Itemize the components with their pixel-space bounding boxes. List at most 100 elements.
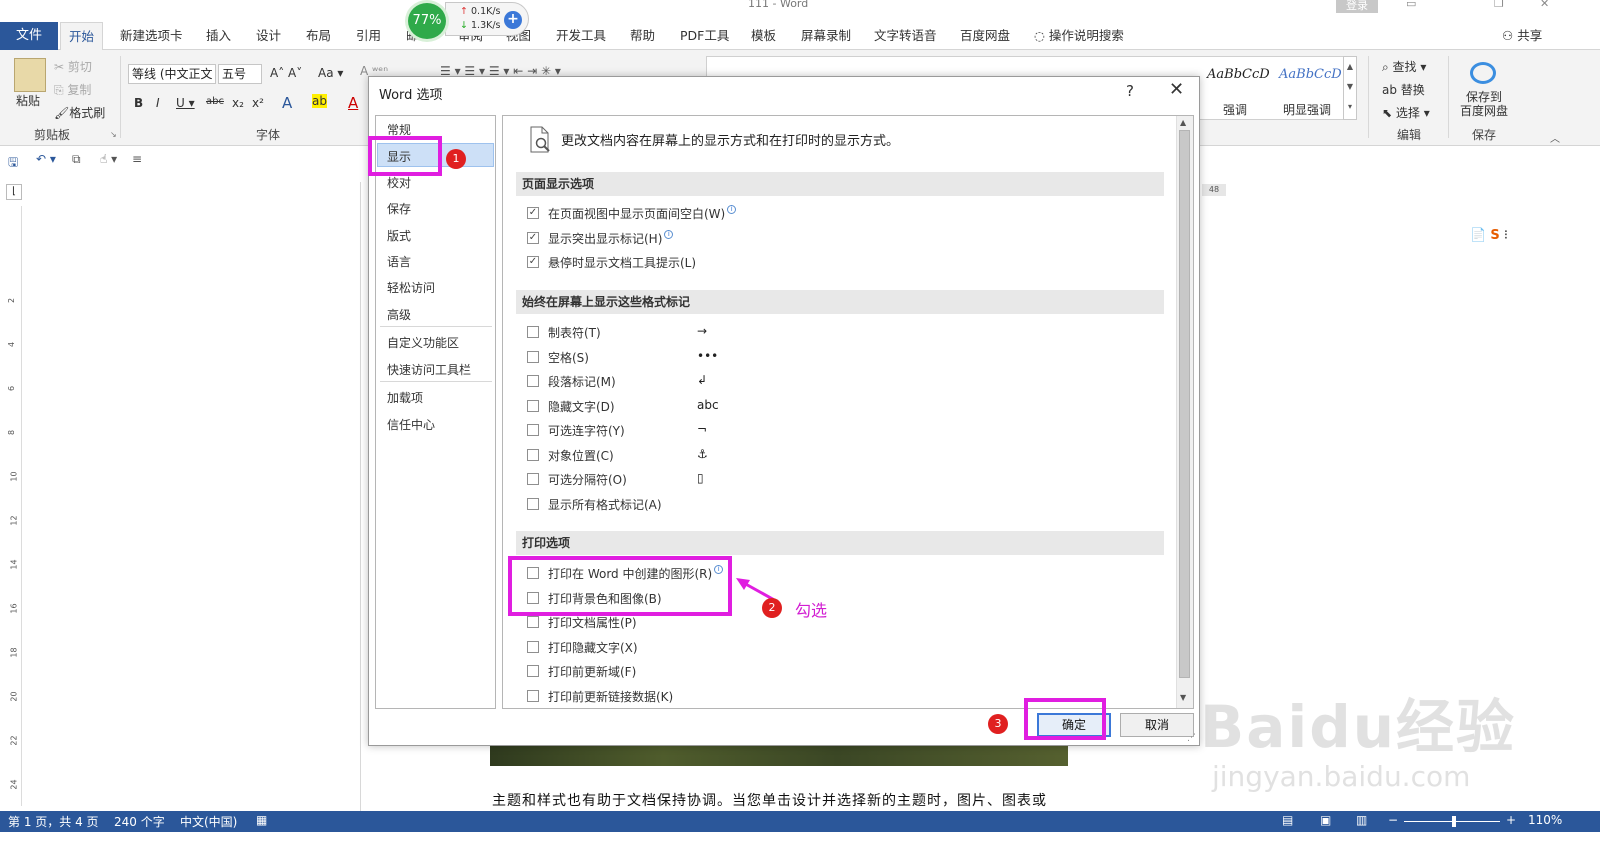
customize-qat-icon[interactable]: ≡: [132, 152, 142, 166]
tab-file[interactable]: 文件: [0, 22, 58, 50]
tab-help[interactable]: 帮助: [630, 22, 655, 50]
paste-icon[interactable]: [14, 58, 46, 92]
collapse-ribbon-icon[interactable]: ︿: [1550, 130, 1560, 145]
tab-templates[interactable]: 模板: [751, 22, 776, 50]
checkbox[interactable]: [527, 640, 539, 653]
close-window-icon[interactable]: ✕: [1540, 0, 1549, 10]
checkbox[interactable]: [527, 399, 539, 412]
scroll-up-icon[interactable]: ▲: [1180, 118, 1186, 127]
document-paragraph[interactable]: 主题和样式也有助于文档保持协调。当您单击设计并选择新的主题时，图片、图表或: [492, 790, 1047, 810]
checkbox[interactable]: [527, 375, 539, 387]
save-icon[interactable]: 🖫: [8, 153, 18, 174]
nav-item-proofing[interactable]: 校对: [387, 174, 411, 191]
tab-screen-record[interactable]: 屏幕录制: [801, 22, 851, 50]
underline-icon[interactable]: U ▾: [176, 96, 195, 110]
change-case-icon[interactable]: Aa ▾: [318, 66, 343, 80]
nav-item-trust-center[interactable]: 信任中心: [387, 416, 435, 433]
nav-item-customize-ribbon[interactable]: 自定义功能区: [387, 334, 459, 351]
tab-design[interactable]: 设计: [256, 22, 281, 50]
dialog-launcher-icon[interactable]: ↘: [110, 130, 117, 139]
bold-icon[interactable]: B: [134, 96, 143, 110]
tab-pdf-tools[interactable]: PDF工具: [680, 22, 729, 50]
checkbox[interactable]: [527, 616, 539, 628]
nav-item-save[interactable]: 保存: [387, 200, 411, 217]
nav-item-advanced[interactable]: 高级: [387, 306, 411, 323]
tab-baidu-netdisk[interactable]: 百度网盘: [960, 22, 1010, 50]
undo-icon[interactable]: ↶ ▾: [36, 152, 56, 166]
text-effects-icon[interactable]: A: [282, 94, 292, 112]
tab-tts[interactable]: 文字转语音: [874, 22, 937, 50]
s-logo-icon[interactable]: S: [1490, 228, 1499, 243]
grow-font-icon[interactable]: A˄ A˅: [270, 66, 302, 80]
help-button[interactable]: ?: [1126, 82, 1134, 100]
tab-new[interactable]: 新建选项卡: [120, 22, 183, 50]
word-count[interactable]: 240 个字: [114, 813, 165, 830]
cut-button[interactable]: ✂ 剪切: [54, 58, 92, 75]
tab-selector-icon[interactable]: ⌊: [6, 184, 22, 200]
tab-layout[interactable]: 布局: [306, 22, 331, 50]
language-status[interactable]: 中文(中国): [180, 813, 237, 830]
draft-icon[interactable]: ⧉: [72, 152, 81, 167]
content-scrollbar[interactable]: ▲ ▼: [1176, 116, 1193, 708]
resize-grip-icon[interactable]: ⋰: [1187, 733, 1196, 743]
italic-icon[interactable]: I: [156, 96, 160, 110]
scroll-down-icon[interactable]: ▼: [1180, 693, 1186, 702]
nav-item-quick-access[interactable]: 快速访问工具栏: [387, 361, 471, 378]
checkbox[interactable]: [527, 689, 539, 702]
font-color-icon[interactable]: A: [348, 94, 358, 112]
share-button[interactable]: ⚇ 共享: [1502, 22, 1542, 50]
share-label: 共享: [1517, 28, 1543, 43]
superscript-icon[interactable]: x²: [252, 96, 264, 110]
title-bar: 111 - Word 登录 ▭ ❐ ✕: [0, 0, 1600, 14]
checkbox[interactable]: [527, 326, 539, 338]
format-painter-button[interactable]: 🖌格式刷: [54, 104, 105, 121]
restore-ribbon-icon[interactable]: ▭: [1406, 0, 1416, 10]
tab-developer[interactable]: 开发工具: [556, 22, 606, 50]
close-icon[interactable]: ✕: [1169, 79, 1184, 100]
pdf-icon[interactable]: 📄: [1470, 228, 1486, 243]
checkbox[interactable]: [527, 424, 539, 436]
checkbox[interactable]: ✓: [527, 207, 539, 219]
subscript-icon[interactable]: x₂: [232, 96, 244, 110]
checkbox[interactable]: [527, 665, 539, 677]
restore-window-icon[interactable]: ❐: [1494, 0, 1504, 10]
checkbox[interactable]: ✓: [527, 231, 539, 244]
select-button[interactable]: ⬉ 选择 ▾: [1382, 104, 1430, 121]
copy-button[interactable]: ⎘ 复制: [54, 81, 91, 98]
page-count[interactable]: 第 1 页，共 4 页: [8, 813, 99, 830]
style-emphasis-preview[interactable]: AaBbCcD: [1207, 67, 1270, 82]
cancel-button[interactable]: 取消: [1120, 713, 1194, 737]
nav-item-addins[interactable]: 加载项: [387, 389, 423, 406]
format-mark-symbol: abc: [697, 397, 719, 412]
replace-button[interactable]: ab 替换: [1382, 81, 1425, 98]
option-label: 打印隐藏文字(X): [548, 639, 638, 656]
nav-item-language[interactable]: 语言: [387, 253, 411, 270]
checkbox[interactable]: [527, 448, 539, 461]
login-button[interactable]: 登录: [1336, 0, 1378, 13]
checkbox[interactable]: [527, 350, 539, 363]
font-size-select[interactable]: 五号: [218, 64, 262, 84]
checkbox[interactable]: [527, 497, 539, 510]
tell-me-search[interactable]: ◌ 操作说明搜索: [1034, 22, 1124, 50]
highlight-icon[interactable]: ab: [312, 94, 327, 108]
nav-item-accessibility[interactable]: 轻松访问: [387, 279, 435, 296]
checkbox[interactable]: ✓: [527, 256, 539, 268]
scroll-thumb[interactable]: [1179, 130, 1190, 678]
find-button[interactable]: ⌕ 查找 ▾: [1382, 58, 1426, 75]
strikethrough-icon[interactable]: abc: [206, 96, 224, 107]
checkbox[interactable]: [527, 473, 539, 485]
tab-insert[interactable]: 插入: [206, 22, 231, 50]
plus-icon[interactable]: +: [504, 11, 522, 29]
macro-icon[interactable]: ▦: [256, 813, 267, 827]
save-to-baidu-button[interactable]: 保存到 百度网盘: [1460, 90, 1508, 118]
styles-scroll[interactable]: ▲ ▼ ▾: [1343, 56, 1357, 120]
style-intense-preview[interactable]: AaBbCcD: [1279, 67, 1342, 82]
touch-mode-icon[interactable]: ☝ ▾: [100, 152, 117, 166]
paste-button[interactable]: 粘贴: [16, 92, 40, 109]
tab-references[interactable]: 引用: [356, 22, 381, 50]
font-name-select[interactable]: 等线 (中文正文: [128, 64, 216, 84]
network-speed-widget[interactable]: ↑ 0.1K/s ↓ 1.3K/s + 77%: [405, 0, 529, 42]
nav-item-typography[interactable]: 版式: [387, 227, 411, 244]
tab-home[interactable]: 开始: [60, 22, 104, 50]
floating-toolbar[interactable]: 📄 S ⁝: [1470, 228, 1530, 246]
